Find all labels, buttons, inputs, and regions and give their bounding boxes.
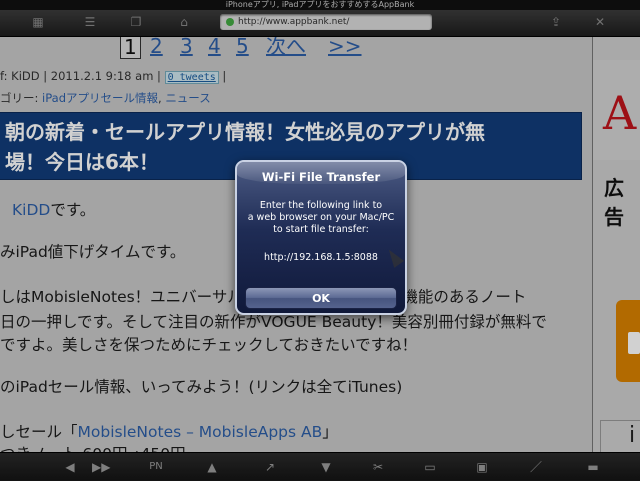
alert-message-line: Enter the following link to <box>259 200 383 211</box>
alert-message-line: to start file transfer: <box>273 224 369 235</box>
ok-button[interactable]: OK <box>245 287 397 309</box>
alert-message-line: a web browser on your Mac/PC <box>247 212 395 223</box>
alert-message: Enter the following link to a web browse… <box>245 200 397 236</box>
wifi-transfer-alert: Wi-Fi File Transfer Enter the following … <box>235 160 407 315</box>
alert-url: http://192.168.1.5:8088 <box>264 252 378 263</box>
alert-title: Wi-Fi File Transfer <box>261 170 381 184</box>
